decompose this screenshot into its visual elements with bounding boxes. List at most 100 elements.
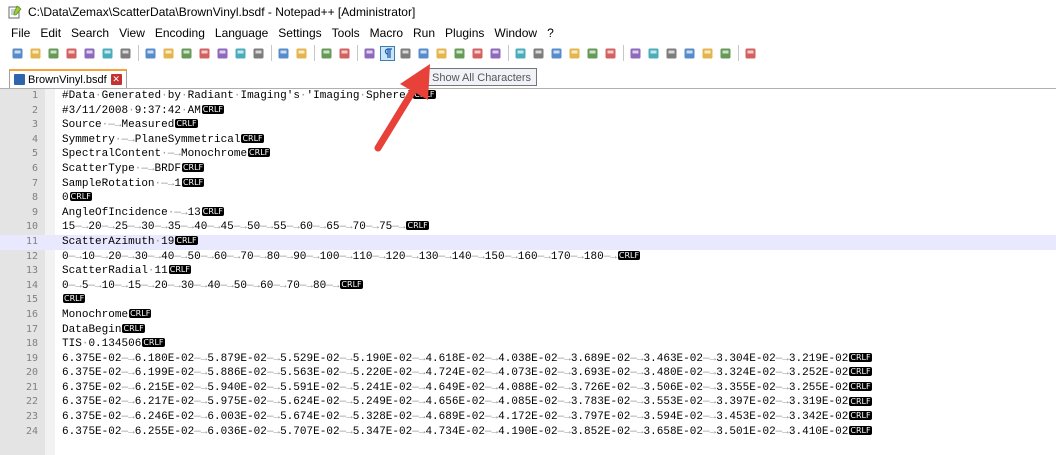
line-number: 15	[25, 294, 38, 306]
crlf-marker: CRLF	[168, 265, 191, 275]
editor-line[interactable]: 10 15—→20—→25—→30—→35—→40—→45—→50—→55—→60…	[0, 220, 1056, 235]
line-number: 24	[25, 425, 38, 437]
sync-vertical-icon[interactable]	[319, 46, 334, 61]
menu-settings[interactable]: Settings	[273, 26, 326, 40]
editor-line[interactable]: 8 0 CRLF	[0, 191, 1056, 206]
editor-line[interactable]: 15 CRLF	[0, 293, 1056, 308]
run-macro-multiple-icon[interactable]	[567, 46, 582, 61]
editor-line[interactable]: 22 6.375E-02—→6.217E-02—→5.975E-02—→5.624…	[0, 395, 1056, 410]
save-macro-icon[interactable]	[585, 46, 600, 61]
editor-line[interactable]: 7 SampleRotation·—→1 CRLF	[0, 177, 1056, 192]
copy-icon[interactable]	[161, 46, 176, 61]
down-icon[interactable]	[700, 46, 715, 61]
show-all-characters-icon[interactable]	[380, 45, 395, 61]
line-number: 11	[25, 235, 38, 247]
folder-as-workspace-icon[interactable]	[470, 46, 485, 61]
undo-icon[interactable]	[197, 46, 212, 61]
menu-bar: File Edit Search View Encoding Language Settin…	[0, 24, 1056, 42]
print-icon[interactable]	[118, 46, 133, 61]
line-number: 20	[25, 367, 38, 379]
replace-icon[interactable]	[251, 46, 266, 61]
launch-in-browser-3-icon[interactable]	[646, 46, 661, 61]
document-map-icon[interactable]	[434, 46, 449, 61]
menu-tools[interactable]: Tools	[327, 26, 365, 40]
menu-window[interactable]: Window	[489, 26, 542, 40]
close-all-icon[interactable]	[100, 46, 115, 61]
settings-icon[interactable]	[743, 46, 758, 61]
line-number: 14	[25, 279, 38, 291]
close-icon[interactable]	[82, 46, 97, 61]
editor-line[interactable]: 2 #3/11/2008·9:37:42·AM CRLF	[0, 104, 1056, 119]
editor-area[interactable]: 1 #Data·Generated·by·Radiant·Imaging's·'I…	[0, 89, 1056, 455]
playback-macro-icon[interactable]	[549, 46, 564, 61]
zoom-out-icon[interactable]	[294, 46, 309, 61]
menu-run[interactable]: Run	[408, 26, 440, 40]
editor-line[interactable]: 21 6.375E-02—→6.215E-02—→5.940E-02—→5.591…	[0, 381, 1056, 396]
redo-icon[interactable]	[215, 46, 230, 61]
editor-line[interactable]: 6 ScatterType·—→BRDF CRLF	[0, 162, 1056, 177]
editor-line[interactable]: 3 Source·—→Measured CRLF	[0, 118, 1056, 133]
editor-line[interactable]: 17 DataBegin CRLF	[0, 323, 1056, 338]
new-file-icon[interactable]	[10, 46, 25, 61]
save-all-icon[interactable]	[64, 46, 79, 61]
launch-in-browser-1-icon[interactable]	[603, 46, 618, 61]
menu-search[interactable]: Search	[66, 26, 114, 40]
line-text: 6.375E-02—→6.217E-02—→5.975E-02—→5.624E-…	[62, 396, 872, 409]
menu-view[interactable]: View	[114, 26, 150, 40]
editor-line[interactable]: 11 ScatterAzimuth·19 CRLF	[0, 234, 1056, 250]
editor-line[interactable]: 13 ScatterRadial·11 CRLF	[0, 264, 1056, 279]
cut-icon[interactable]	[143, 46, 158, 61]
sort-1-icon[interactable]	[664, 46, 679, 61]
editor-line[interactable]: 24 6.375E-02—→6.255E-02—→6.036E-02—→5.707…	[0, 425, 1056, 440]
stop-recording-icon[interactable]	[531, 46, 546, 61]
file-tab[interactable]: BrownVinyl.bsdf ✕	[9, 69, 127, 88]
menu-plugins[interactable]: Plugins	[440, 26, 489, 40]
crlf-marker: CRLF	[849, 367, 872, 377]
menu-edit[interactable]: Edit	[35, 26, 66, 40]
line-text: 0—→10—→20—→30—→40—→50—→60—→70—→80—→90—→1…	[62, 250, 641, 263]
user-defined-language-icon[interactable]	[416, 46, 431, 61]
editor-line[interactable]: 14 0—→5—→10—→15—→20—→30—→40—→50—→60—→70—→…	[0, 279, 1056, 294]
menu-encoding[interactable]: Encoding	[150, 26, 210, 40]
crlf-marker: CRLF	[181, 177, 205, 187]
editor-line[interactable]: 19 6.375E-02—→6.180E-02—→5.879E-02—→5.529…	[0, 352, 1056, 367]
menu-language[interactable]: Language	[210, 26, 273, 40]
sync-horizontal-icon[interactable]	[337, 46, 352, 61]
crlf-marker: CRLF	[122, 323, 145, 333]
editor-line[interactable]: 4 Symmetry·—→PlaneSymmetrical CRLF	[0, 133, 1056, 148]
save-icon[interactable]	[46, 46, 61, 61]
line-text: 0 CRLF	[62, 192, 92, 205]
record-macro-icon[interactable]	[513, 46, 528, 61]
zoom-in-icon[interactable]	[276, 46, 291, 61]
editor-line[interactable]: 12 0—→10—→20—→30—→40—→50—→60—→70—→80—→90—…	[0, 250, 1056, 265]
paste-icon[interactable]	[179, 46, 194, 61]
crlf-marker: CRLF	[175, 236, 198, 246]
menu-help[interactable]: ?	[542, 26, 559, 40]
crlf-marker: CRLF	[849, 411, 872, 421]
crlf-marker: CRLF	[63, 294, 86, 304]
editor-line[interactable]: 1 #Data·Generated·by·Radiant·Imaging's·'I…	[0, 89, 1056, 104]
function-list-icon[interactable]	[452, 46, 467, 61]
crlf-marker: CRLF	[849, 381, 872, 391]
menu-macro[interactable]: Macro	[365, 26, 408, 40]
open-file-icon[interactable]	[28, 46, 43, 61]
indent-guide-icon[interactable]	[398, 46, 413, 61]
find-icon[interactable]	[233, 46, 248, 61]
monitoring-icon[interactable]	[488, 46, 503, 61]
close-tab-icon[interactable]: ✕	[110, 74, 122, 85]
line-text: DataBegin CRLF	[62, 323, 145, 336]
toolbar-separator	[508, 45, 509, 61]
word-wrap-icon[interactable]	[362, 46, 377, 61]
line-number: 12	[25, 250, 38, 262]
line-text: 6.375E-02—→6.199E-02—→5.886E-02—→5.563E-…	[62, 367, 872, 380]
up-icon[interactable]	[682, 46, 697, 61]
menu-file[interactable]: File	[6, 26, 35, 40]
editor-line[interactable]: 16 Monochrome CRLF	[0, 308, 1056, 323]
editor-line[interactable]: 23 6.375E-02—→6.246E-02—→6.003E-02—→5.674…	[0, 410, 1056, 425]
editor-line[interactable]: 18 TIS·0.134506 CRLF	[0, 337, 1056, 352]
editor-line[interactable]: 9 AngleOfIncidence·—→13 CRLF	[0, 206, 1056, 221]
editor-line[interactable]: 20 6.375E-02—→6.199E-02—→5.886E-02—→5.563…	[0, 366, 1056, 381]
launch-in-browser-2-icon[interactable]	[628, 46, 643, 61]
sort-2-icon[interactable]	[718, 46, 733, 61]
editor-line[interactable]: 5 SpectralContent·—→Monochrome CRLF	[0, 147, 1056, 162]
